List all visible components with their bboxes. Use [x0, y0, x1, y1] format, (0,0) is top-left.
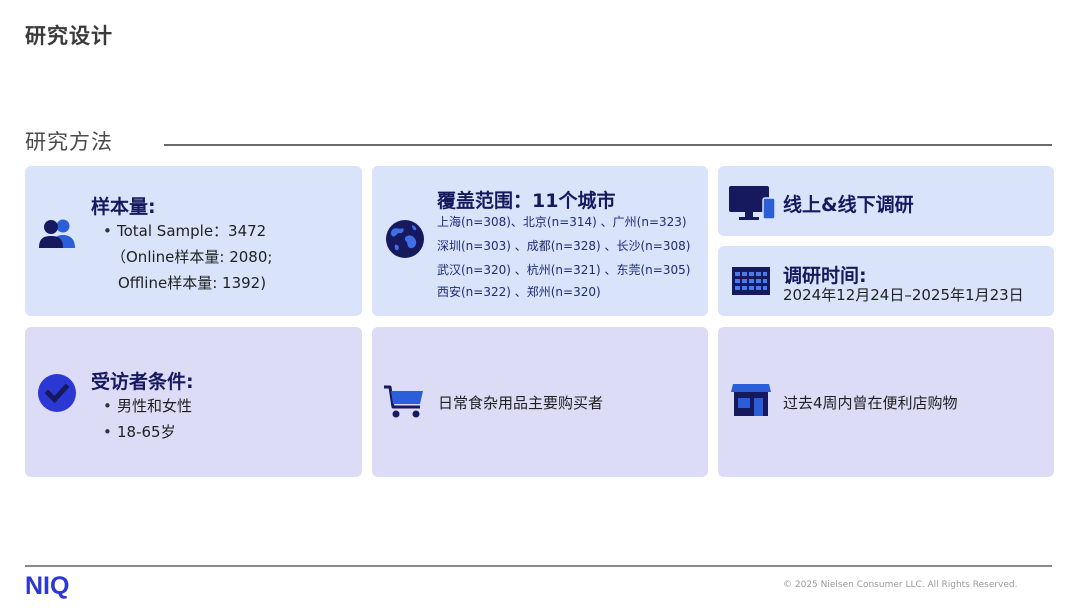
sample-offline: Offline样本量: 1392) [118, 274, 267, 292]
sample-total-text: Total Sample：3472 [117, 222, 267, 240]
respondent-item: 男性和女性 [103, 393, 192, 419]
users-icon [38, 218, 78, 250]
copyright-text: © 2025 Nielsen Consumer LLC. All Rights … [783, 580, 1018, 590]
coverage-row-1: 上海(n=308)、北京(n=314) 、广州(n=323) [437, 215, 687, 229]
store-text: 过去4周内曾在便利店购物 [783, 394, 958, 412]
respondent-card: 受访者条件: 男性和女性 18-65岁 [25, 327, 362, 477]
respondent-item: 18-65岁 [103, 419, 192, 445]
checkmark-icon [37, 373, 77, 413]
monitor-phone-icon [728, 185, 776, 221]
period-card: 调研时间: 2024年12月24日–2025年1月23日 [718, 246, 1054, 316]
coverage-card: 覆盖范围：11个城市 上海(n=308)、北京(n=314) 、广州(n=323… [372, 166, 708, 316]
globe-icon [385, 219, 425, 259]
respondent-list: 男性和女性 18-65岁 [103, 393, 192, 445]
shopper-card: 日常食杂用品主要购买者 [372, 327, 708, 477]
mode-card: 线上&线下调研 [718, 166, 1054, 236]
coverage-row-2: 深圳(n=303) 、成都(n=328) 、长沙(n=308) [437, 239, 691, 253]
sample-list: Total Sample：3472 [103, 218, 266, 244]
respondent-age: 18-65岁 [117, 423, 176, 441]
sample-card: 样本量: Total Sample：3472 （Online样本量: 2080;… [25, 166, 362, 316]
section-divider [164, 144, 1052, 146]
shopping-cart-icon [382, 383, 426, 419]
niq-logo: NIQ [25, 572, 70, 600]
sample-heading: 样本量: [91, 196, 156, 218]
coverage-heading: 覆盖范围：11个城市 [437, 190, 616, 212]
section-title: 研究方法 [25, 130, 113, 154]
coverage-row-4: 西安(n=322) 、郑州(n=320) [437, 285, 601, 299]
sample-total: Total Sample：3472 [103, 218, 266, 244]
footer-divider [25, 565, 1052, 567]
calendar-icon [732, 267, 770, 295]
shopper-text: 日常食杂用品主要购买者 [438, 394, 604, 412]
store-icon [731, 382, 771, 418]
coverage-row-3: 武汉(n=320) 、杭州(n=321) 、东莞(n=305) [437, 263, 691, 277]
mode-heading: 线上&线下调研 [783, 194, 914, 216]
period-dates: 2024年12月24日–2025年1月23日 [783, 286, 1024, 304]
respondent-heading: 受访者条件: [91, 371, 194, 393]
respondent-gender: 男性和女性 [117, 397, 193, 415]
page-title: 研究设计 [25, 24, 113, 48]
sample-online: （Online样本量: 2080; [111, 248, 273, 266]
store-card: 过去4周内曾在便利店购物 [718, 327, 1054, 477]
